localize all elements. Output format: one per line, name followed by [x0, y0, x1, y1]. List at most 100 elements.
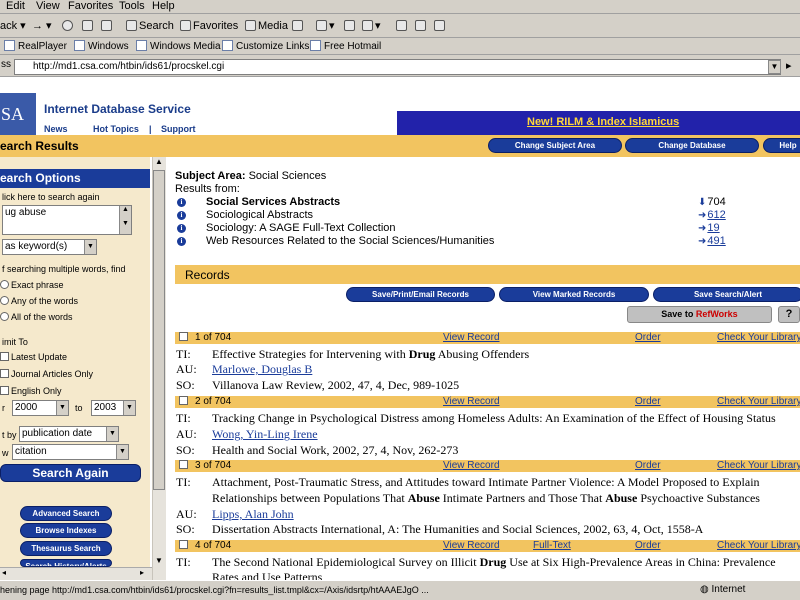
print-icon[interactable] — [344, 19, 357, 33]
limit-english-only[interactable]: English Only — [0, 386, 62, 396]
sort-by-select[interactable]: publication date ▼ — [19, 426, 119, 442]
limit-latest-update[interactable]: Latest Update — [0, 352, 67, 362]
advanced-search-button[interactable]: Advanced Search — [20, 506, 112, 521]
option-exact-phrase[interactable]: Exact phrase — [0, 280, 64, 290]
mail-icon[interactable]: ▾ — [316, 19, 335, 33]
info-icon[interactable]: i — [177, 198, 186, 207]
db-count-web-resources[interactable]: ➜491 — [698, 235, 726, 247]
query-scroll[interactable]: ▲ ▼ — [119, 206, 131, 234]
discuss-icon[interactable] — [396, 19, 409, 33]
record-author[interactable]: Marlowe, Douglas B — [212, 362, 312, 377]
nav-news[interactable]: News — [44, 124, 68, 134]
scroll-down-icon[interactable]: ▼ — [155, 556, 163, 565]
menu-help[interactable]: Help — [152, 0, 175, 13]
year-from-select[interactable]: 2000 ▼ — [12, 400, 69, 416]
stop-icon[interactable] — [62, 19, 75, 33]
check-library-link[interactable]: Check Your Library — [717, 396, 800, 408]
db-count-sociological[interactable]: ➜612 — [698, 209, 726, 221]
research-icon[interactable] — [434, 19, 447, 33]
chevron-down-icon[interactable]: ▼ — [84, 240, 96, 254]
query-textarea[interactable]: ug abuse ▲ ▼ — [2, 205, 132, 235]
back-button[interactable]: ack ▾ — [0, 19, 26, 33]
history-icon[interactable] — [292, 19, 305, 33]
refresh-icon[interactable] — [82, 19, 95, 33]
order-link[interactable]: Order — [635, 540, 661, 552]
order-link[interactable]: Order — [635, 396, 661, 408]
go-icon[interactable]: ▸ — [786, 59, 792, 72]
favorites-button[interactable]: Favorites — [180, 19, 238, 33]
record-checkbox[interactable] — [179, 396, 190, 408]
link-realplayer[interactable]: RealPlayer — [4, 40, 67, 52]
db-web-resources[interactable]: Web Resources Related to the Social Scie… — [206, 235, 494, 247]
record-checkbox[interactable] — [179, 540, 190, 552]
menu-tools[interactable]: Tools — [119, 0, 145, 13]
db-sage[interactable]: Sociology: A SAGE Full-Text Collection — [206, 222, 396, 234]
db-sociological[interactable]: Sociological Abstracts — [206, 209, 313, 221]
db-count-sage[interactable]: ➜19 — [698, 222, 720, 234]
full-text-link[interactable]: Full-Text — [533, 540, 571, 552]
view-record-link[interactable]: View Record — [443, 332, 500, 344]
view-record-link[interactable]: View Record — [443, 460, 500, 472]
view-record-link[interactable]: View Record — [443, 540, 500, 552]
db-social-services[interactable]: Social Services Abstracts — [206, 196, 340, 208]
scroll-left-icon[interactable]: ◂ — [2, 568, 6, 577]
home-icon[interactable] — [101, 19, 114, 33]
csa-logo[interactable]: SA — [0, 93, 36, 135]
search-again-button[interactable]: Search Again — [0, 464, 141, 482]
nav-support[interactable]: Support — [161, 124, 196, 134]
option-any-words[interactable]: Any of the words — [0, 296, 78, 306]
view-record-link[interactable]: View Record — [443, 396, 500, 408]
chevron-down-icon[interactable]: ▼ — [116, 445, 128, 459]
messenger-icon[interactable] — [415, 19, 428, 33]
record-author[interactable]: Lipps, Alan John — [212, 507, 294, 522]
browse-indexes-button[interactable]: Browse Indexes — [20, 523, 112, 538]
forward-icon[interactable]: → ▾ — [32, 19, 52, 33]
menu-edit[interactable]: Edit — [6, 0, 25, 13]
record-author[interactable]: Wong, Yin-Ling Irene — [212, 427, 318, 442]
scroll-up-icon[interactable]: ▲ — [155, 157, 163, 166]
nav-hot-topics[interactable]: Hot Topics — [93, 124, 139, 134]
link-free-hotmail[interactable]: Free Hotmail — [310, 40, 381, 52]
link-windows-media[interactable]: Windows Media — [136, 40, 221, 52]
edit-icon[interactable]: ▾ — [362, 19, 381, 33]
chevron-down-icon[interactable]: ▼ — [123, 401, 135, 415]
check-library-link[interactable]: Check Your Library — [717, 332, 800, 344]
address-input[interactable]: http://md1.csa.com/htbin/ids61/procskel.… — [14, 59, 781, 75]
promo-link[interactable]: New! RILM & Index Islamicus — [527, 116, 679, 128]
menu-favorites[interactable]: Favorites — [68, 0, 113, 13]
help-question-icon[interactable]: ? — [778, 306, 800, 323]
menu-view[interactable]: View — [36, 0, 60, 13]
db-count-social-services[interactable]: ⬇704 — [698, 196, 726, 208]
chevron-down-icon[interactable]: ▼ — [56, 401, 68, 415]
save-print-email-button[interactable]: Save/Print/Email Records — [346, 287, 495, 302]
order-link[interactable]: Order — [635, 332, 661, 344]
info-icon[interactable]: i — [177, 237, 186, 246]
chevron-down-icon[interactable]: ▼ — [106, 427, 118, 441]
check-library-link[interactable]: Check Your Library — [717, 540, 800, 552]
address-dropdown-icon[interactable]: ▼ — [768, 60, 781, 74]
scrollbar-thumb[interactable] — [153, 170, 165, 490]
search-as-select[interactable]: as keyword(s) ▼ — [2, 239, 97, 255]
change-database-button[interactable]: Change Database — [625, 138, 759, 153]
search-history-button[interactable]: Search History/Alerts — [20, 559, 112, 567]
thesaurus-search-button[interactable]: Thesaurus Search — [20, 541, 112, 556]
option-all-words[interactable]: All of the words — [0, 312, 73, 322]
scroll-right-icon[interactable]: ▸ — [140, 568, 144, 577]
display-format-select[interactable]: citation ▼ — [12, 444, 129, 460]
info-icon[interactable]: i — [177, 224, 186, 233]
record-checkbox[interactable] — [179, 460, 190, 472]
view-marked-records-button[interactable]: View Marked Records — [499, 287, 649, 302]
check-library-link[interactable]: Check Your Library — [717, 460, 800, 472]
help-button[interactable]: Help — [763, 138, 800, 153]
limit-journal-articles[interactable]: Journal Articles Only — [0, 369, 93, 379]
link-windows[interactable]: Windows — [74, 40, 129, 52]
change-subject-area-button[interactable]: Change Subject Area — [488, 138, 622, 153]
link-customize-links[interactable]: Customize Links — [222, 40, 309, 52]
order-link[interactable]: Order — [635, 460, 661, 472]
record-checkbox[interactable] — [179, 332, 190, 344]
save-search-alert-button[interactable]: Save Search/Alert — [653, 287, 800, 302]
sidebar-horizontal-scrollbar[interactable]: ◂ ▸ — [0, 567, 152, 580]
media-button[interactable]: Media — [245, 19, 288, 33]
year-to-select[interactable]: 2003 ▼ — [91, 400, 136, 416]
save-to-refworks-button[interactable]: Save to RefWorks — [627, 306, 772, 323]
